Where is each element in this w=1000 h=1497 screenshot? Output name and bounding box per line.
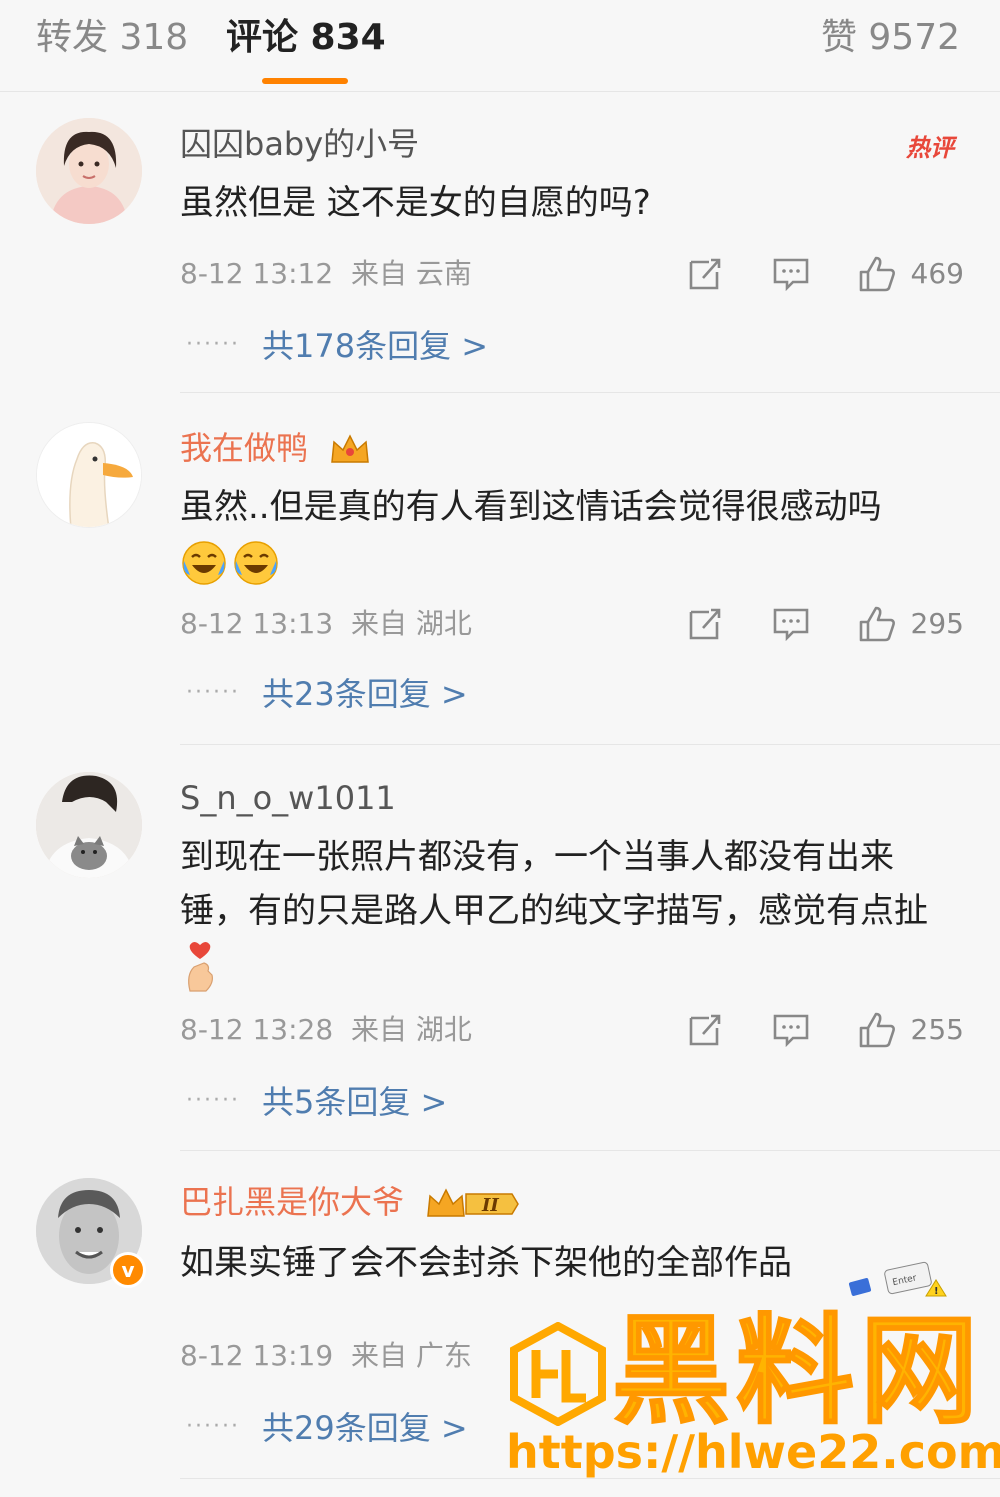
username[interactable]: 我在做鸭 — [180, 428, 372, 468]
comment-meta: 8-12 13:28 来自 湖北 — [180, 1012, 472, 1048]
replies-row: ······ 共5条回复 > — [180, 1072, 1000, 1142]
view-replies-link[interactable]: 共178条回复 > — [262, 326, 488, 366]
username[interactable]: S_n_o_w1011 — [180, 778, 396, 818]
active-tab-indicator — [262, 78, 348, 84]
view-replies-link[interactable]: 共5条回复 > — [262, 1082, 447, 1122]
like-icon[interactable] — [857, 604, 897, 644]
repost-icon[interactable] — [685, 254, 725, 294]
comment-source: 来自 湖北 — [350, 607, 472, 640]
watermark-logo-icon — [510, 1322, 606, 1426]
username-text: 巴扎黑是你大爷 — [180, 1183, 405, 1221]
comment-icon[interactable] — [771, 254, 811, 294]
watermark-title: 黑料网 — [611, 1302, 985, 1440]
crown-icon: II — [427, 1188, 520, 1217]
comment-meta: 8-12 13:12 来自 云南 — [180, 256, 472, 292]
replies-dots: ······ — [186, 1088, 240, 1113]
svg-text:!: ! — [934, 1286, 939, 1297]
like-icon[interactable] — [857, 1010, 897, 1050]
username[interactable]: 囚囚baby的小号 — [180, 124, 419, 164]
svg-text:II: II — [481, 1195, 499, 1216]
tab-comments[interactable]: 评论 834 — [226, 16, 386, 60]
laughing-tears-emoji — [234, 540, 278, 585]
view-replies-link[interactable]: 共23条回复 > — [262, 674, 468, 714]
repost-icon[interactable] — [685, 604, 725, 644]
comment-time: 8-12 13:13 — [180, 607, 334, 640]
like-icon[interactable] — [857, 254, 897, 294]
comment-source: 来自 广东 — [350, 1339, 472, 1372]
username[interactable]: 巴扎黑是你大爷 II — [180, 1182, 520, 1222]
comment-text: 到现在一张照片都没有，一个当事人都没有出来锤，有的只是路人甲乙的纯文字描写，感觉… — [180, 830, 960, 993]
divider — [180, 392, 1000, 393]
comment-source: 来自 云南 — [350, 257, 472, 290]
replies-dots: ······ — [186, 680, 240, 705]
replies-dots: ······ — [186, 332, 240, 357]
comment-meta: 8-12 13:13 来自 湖北 — [180, 606, 472, 642]
replies-row: ······ 共23条回复 > — [180, 664, 1000, 734]
repost-icon[interactable] — [685, 1010, 725, 1050]
v-badge-icon: v — [110, 1252, 146, 1288]
comment-actions: 295 — [639, 604, 964, 644]
comment-icon[interactable] — [771, 604, 811, 644]
comment-text: 虽然..但是真的有人看到这情话会觉得很感动吗 — [180, 480, 960, 588]
hot-comment-badge: 热评 — [906, 134, 954, 162]
comment-icon[interactable] — [771, 1010, 811, 1050]
avatar[interactable] — [36, 118, 142, 224]
comment-meta: 8-12 13:19 来自 广东 — [180, 1338, 472, 1374]
view-replies-link[interactable]: 共29条回复 > — [262, 1408, 468, 1448]
tab-repost[interactable]: 转发 318 — [36, 16, 188, 60]
tab-bar: 转发 318 评论 834 赞 9572 — [0, 0, 1000, 92]
watermark-url: https://hlwe22.com — [506, 1425, 1000, 1479]
crown-icon — [331, 434, 370, 463]
divider — [180, 1150, 1000, 1151]
comment-time: 8-12 13:12 — [180, 257, 334, 290]
username-text: 我在做鸭 — [180, 429, 309, 467]
tab-likes[interactable]: 赞 9572 — [821, 16, 960, 60]
comment-time: 8-12 13:19 — [180, 1339, 334, 1372]
comment-time: 8-12 13:28 — [180, 1013, 334, 1046]
laughing-tears-emoji — [182, 540, 226, 585]
like-count: 255 — [910, 1013, 964, 1046]
comment-text-body: 虽然..但是真的有人看到这情话会觉得很感动吗 — [180, 487, 882, 527]
replies-dots: ······ — [186, 1414, 240, 1439]
comment-actions: 469 — [639, 254, 964, 294]
comment-text-body: 到现在一张照片都没有，一个当事人都没有出来锤，有的只是路人甲乙的纯文字描写，感觉… — [180, 837, 928, 931]
replies-row: ······ 共178条回复 > — [180, 316, 1000, 386]
comment-text: 虽然但是 这不是女的自愿的吗? — [180, 183, 651, 223]
avatar[interactable] — [36, 772, 142, 878]
like-count: 295 — [910, 607, 964, 640]
divider — [180, 744, 1000, 745]
like-count: 469 — [910, 257, 964, 290]
avatar[interactable] — [36, 422, 142, 528]
finger-heart-emoji — [188, 941, 213, 992]
comment-source: 来自 湖北 — [350, 1013, 472, 1046]
comment-actions: 255 — [639, 1010, 964, 1050]
